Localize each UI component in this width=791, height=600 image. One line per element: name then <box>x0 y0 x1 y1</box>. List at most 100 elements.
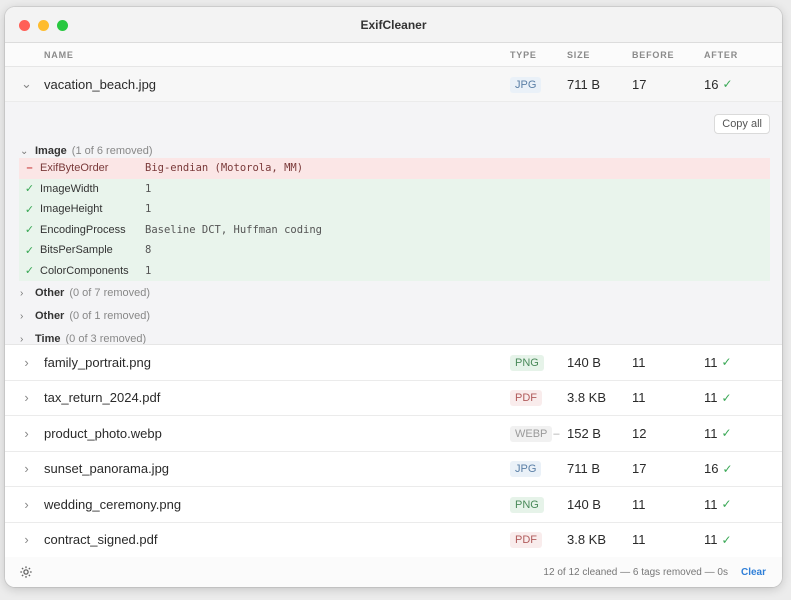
file-size: 711 B <box>567 76 601 92</box>
chevron-down-icon[interactable]: ⌄ <box>5 76 44 92</box>
tags-after: 11 <box>704 354 718 370</box>
tags-before: 17 <box>632 461 647 477</box>
check-icon: ✓ <box>24 183 35 196</box>
tags-before: 17 <box>632 76 647 92</box>
column-header-type[interactable]: TYPE <box>510 50 567 60</box>
group-name: Other <box>35 287 65 299</box>
file-name: vacation_beach.jpg <box>44 76 157 92</box>
copy-all-button[interactable]: Copy all <box>714 114 770 134</box>
chevron-right-icon[interactable]: › <box>5 426 44 441</box>
file-type-cell: JPG <box>510 460 567 478</box>
close-window-button[interactable] <box>19 20 30 31</box>
file-name: wedding_ceremony.png <box>44 496 182 512</box>
file-size: 3.8 KB <box>567 532 607 548</box>
chevron-right-icon[interactable]: › <box>5 532 44 547</box>
separator-dash: – <box>553 427 560 440</box>
file-type-badge: PDF <box>510 532 542 549</box>
file-row-wedding-ceremony[interactable]: › wedding_ceremony.png PNG 140 B 11 11 ✓ <box>5 487 782 523</box>
tags-before: 11 <box>632 532 646 548</box>
group-header-time[interactable]: › Time (0 of 3 removed) <box>20 333 147 345</box>
chevron-right-icon[interactable]: › <box>5 497 44 512</box>
file-size: 152 B <box>567 425 601 441</box>
tags-after-cell: 16 ✓ <box>704 461 774 476</box>
app-window: ExifCleaner NAME TYPE SIZE BEFORE AFTER … <box>5 7 782 587</box>
file-row-family-portrait[interactable]: › family_portrait.png PNG 140 B 11 11 ✓ <box>5 345 782 381</box>
file-type-badge: JPG <box>510 461 542 478</box>
group-summary: (0 of 3 removed) <box>65 333 147 345</box>
column-header-name[interactable]: NAME <box>44 50 510 60</box>
clear-button[interactable]: Clear <box>741 567 766 578</box>
tag-name: ImageHeight <box>40 203 103 216</box>
file-type-badge: PDF <box>510 390 542 407</box>
check-icon: ✓ <box>24 244 35 257</box>
file-size: 140 B <box>567 354 601 370</box>
tag-value: 1 <box>145 264 152 277</box>
chevron-down-icon: ⌄ <box>20 145 29 157</box>
tag-value: 1 <box>145 203 152 216</box>
file-name: product_photo.webp <box>44 425 162 441</box>
file-size: 3.8 KB <box>567 390 607 406</box>
tag-value: 1 <box>145 182 152 195</box>
group-header-image[interactable]: ⌄ Image (1 of 6 removed) <box>20 145 153 157</box>
tags-before: 11 <box>632 390 646 406</box>
file-type-cell: PDF <box>510 389 567 407</box>
file-type-cell: PNG <box>510 354 567 371</box>
tags-after: 16 <box>704 76 719 92</box>
file-row-tax-return[interactable]: › tax_return_2024.pdf PDF 3.8 KB 11 11 ✓ <box>5 381 782 416</box>
check-icon: ✓ <box>24 203 35 216</box>
file-type-cell: JPG <box>510 76 567 93</box>
window-title: ExifCleaner <box>360 17 427 32</box>
file-type-badge: JPG <box>510 76 542 93</box>
tag-name: EncodingProcess <box>40 223 126 236</box>
check-icon: ✓ <box>24 224 35 237</box>
file-row-product-photo[interactable]: › product_photo.webp WEBP – 152 B 12 11 ✓ <box>5 416 782 452</box>
column-headers: NAME TYPE SIZE BEFORE AFTER <box>5 43 782 67</box>
file-row-contract-signed[interactable]: › contract_signed.pdf PDF 3.8 KB 11 11 ✓ <box>5 523 782 558</box>
chevron-right-icon[interactable]: › <box>5 461 44 476</box>
group-name: Time <box>35 333 61 345</box>
tags-after-cell: 11 ✓ <box>704 426 774 441</box>
check-icon: ✓ <box>24 265 35 278</box>
gear-icon[interactable] <box>19 565 33 579</box>
zoom-window-button[interactable] <box>57 20 68 31</box>
file-size: 140 B <box>567 496 601 512</box>
file-name: sunset_panorama.jpg <box>44 461 170 477</box>
minimize-window-button[interactable] <box>38 20 49 31</box>
tags-before: 11 <box>632 496 646 512</box>
file-type-cell: PNG <box>510 496 567 513</box>
file-row-sunset-panorama[interactable]: › sunset_panorama.jpg JPG 711 B 17 16 ✓ <box>5 452 782 487</box>
metadata-detail-panel: Copy all ⌄ Image (1 of 6 removed) – Exif… <box>5 102 782 345</box>
tag-row-kept: ✓ BitsPerSample 8 <box>19 240 770 261</box>
chevron-right-icon: › <box>20 287 24 299</box>
tags-after: 11 <box>704 532 718 548</box>
titlebar: ExifCleaner <box>5 7 782 43</box>
group-summary: (0 of 1 removed) <box>69 310 151 322</box>
column-header-before[interactable]: BEFORE <box>632 50 704 60</box>
file-row-vacation-beach[interactable]: ⌄ vacation_beach.jpg JPG 711 B 17 16 ✓ <box>5 67 782 102</box>
tag-row-kept: ✓ ImageHeight 1 <box>19 199 770 220</box>
group-summary: (0 of 7 removed) <box>69 287 151 299</box>
chevron-right-icon: › <box>20 310 24 322</box>
group-header-other[interactable]: › Other (0 of 1 removed) <box>20 310 150 322</box>
column-header-after[interactable]: AFTER <box>704 50 774 60</box>
tags-after-cell: 11 ✓ <box>704 497 774 512</box>
file-name: family_portrait.png <box>44 354 151 370</box>
chevron-right-icon[interactable]: › <box>5 390 44 405</box>
file-type-badge: PNG <box>510 496 544 513</box>
tag-name: BitsPerSample <box>40 244 113 257</box>
tags-after: 11 <box>704 390 718 406</box>
column-header-size[interactable]: SIZE <box>567 50 632 60</box>
tag-value: Big-endian (Motorola, MM) <box>145 162 304 175</box>
chevron-right-icon[interactable]: › <box>5 355 44 370</box>
group-header-other[interactable]: › Other (0 of 7 removed) <box>20 287 150 299</box>
tags-after-cell: 11 ✓ <box>704 390 774 405</box>
minus-icon: – <box>26 162 33 175</box>
tags-after-cell: 11 ✓ <box>704 355 774 370</box>
tags-after: 11 <box>704 425 718 441</box>
window-controls <box>19 20 68 31</box>
check-icon: ✓ <box>721 355 732 370</box>
tag-row-removed: – ExifByteOrder Big-endian (Motorola, MM… <box>19 158 770 179</box>
status-text: 12 of 12 cleaned — 6 tags removed — 0s <box>543 566 728 578</box>
tags-after-cell: 16 ✓ <box>704 77 774 92</box>
file-type-badge: WEBP <box>510 425 553 442</box>
